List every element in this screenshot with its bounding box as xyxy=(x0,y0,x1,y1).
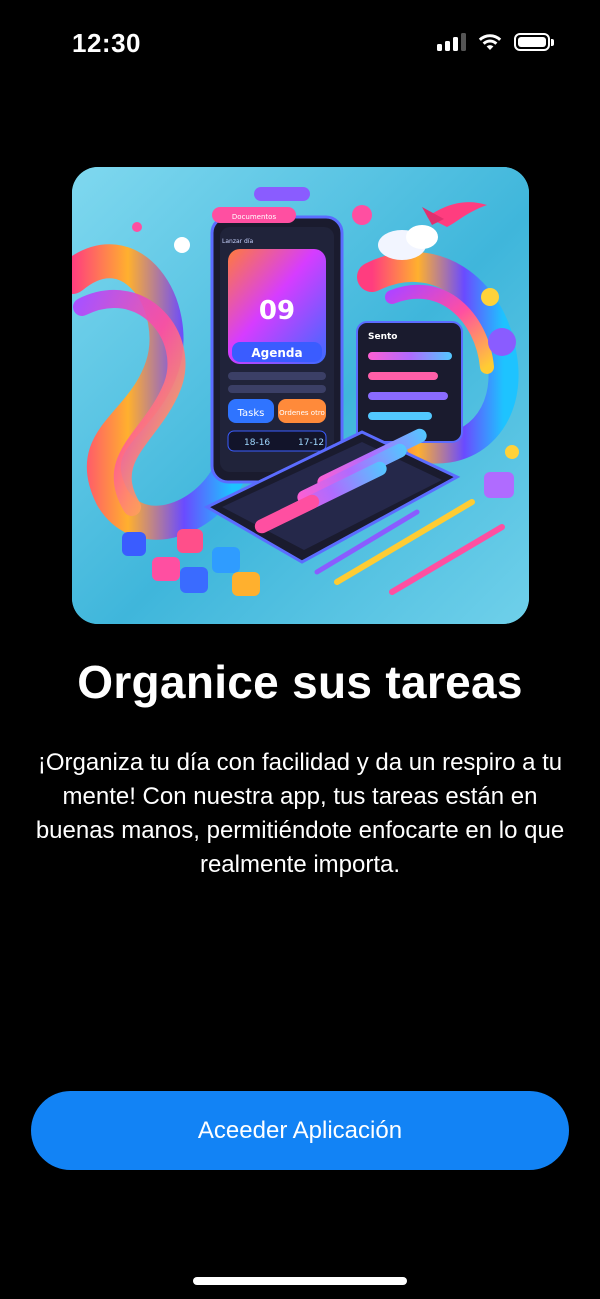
access-app-button-label: Aceeder Aplicación xyxy=(197,1116,403,1144)
hero-illustration: 09 Agenda Tasks Ordenes otro 18-16 17-12… xyxy=(72,167,529,624)
home-indicator[interactable] xyxy=(193,1277,407,1285)
wifi-icon xyxy=(478,34,502,50)
status-bar: 12:30 xyxy=(0,0,600,90)
onboarding-title: Organice sus tareas xyxy=(77,656,523,708)
hero-time-right: 17-12 xyxy=(298,438,324,448)
onboarding-description: ¡Organiza tu día con facilidad y da un r… xyxy=(35,749,565,878)
hero-time-range: 18-16 xyxy=(244,438,270,448)
hero-orange-button: Ordenes otro xyxy=(279,409,325,417)
status-icons xyxy=(437,33,554,51)
hero-artwork: 09 Agenda Tasks Ordenes otro 18-16 17-12… xyxy=(72,167,529,624)
hero-phone-upright: 09 Agenda Tasks Ordenes otro 18-16 17-12 xyxy=(210,215,344,484)
hero-top-pill: Documentos xyxy=(232,213,277,221)
hero-side-panel: Sento xyxy=(356,321,463,443)
battery-icon xyxy=(514,33,554,51)
hero-side-label: Lanzar día xyxy=(222,238,253,245)
hero-screen-label: Agenda xyxy=(251,346,302,360)
status-time: 12:30 xyxy=(72,28,141,58)
hero-side-panel-title: Sento xyxy=(368,332,397,342)
battery-fill xyxy=(518,37,546,47)
cellular-signal-icon xyxy=(437,33,466,51)
hero-tasks-label: Tasks xyxy=(237,408,265,419)
access-app-button[interactable]: Aceeder Aplicación xyxy=(31,1091,569,1170)
hero-screen-number: 09 xyxy=(259,296,295,326)
